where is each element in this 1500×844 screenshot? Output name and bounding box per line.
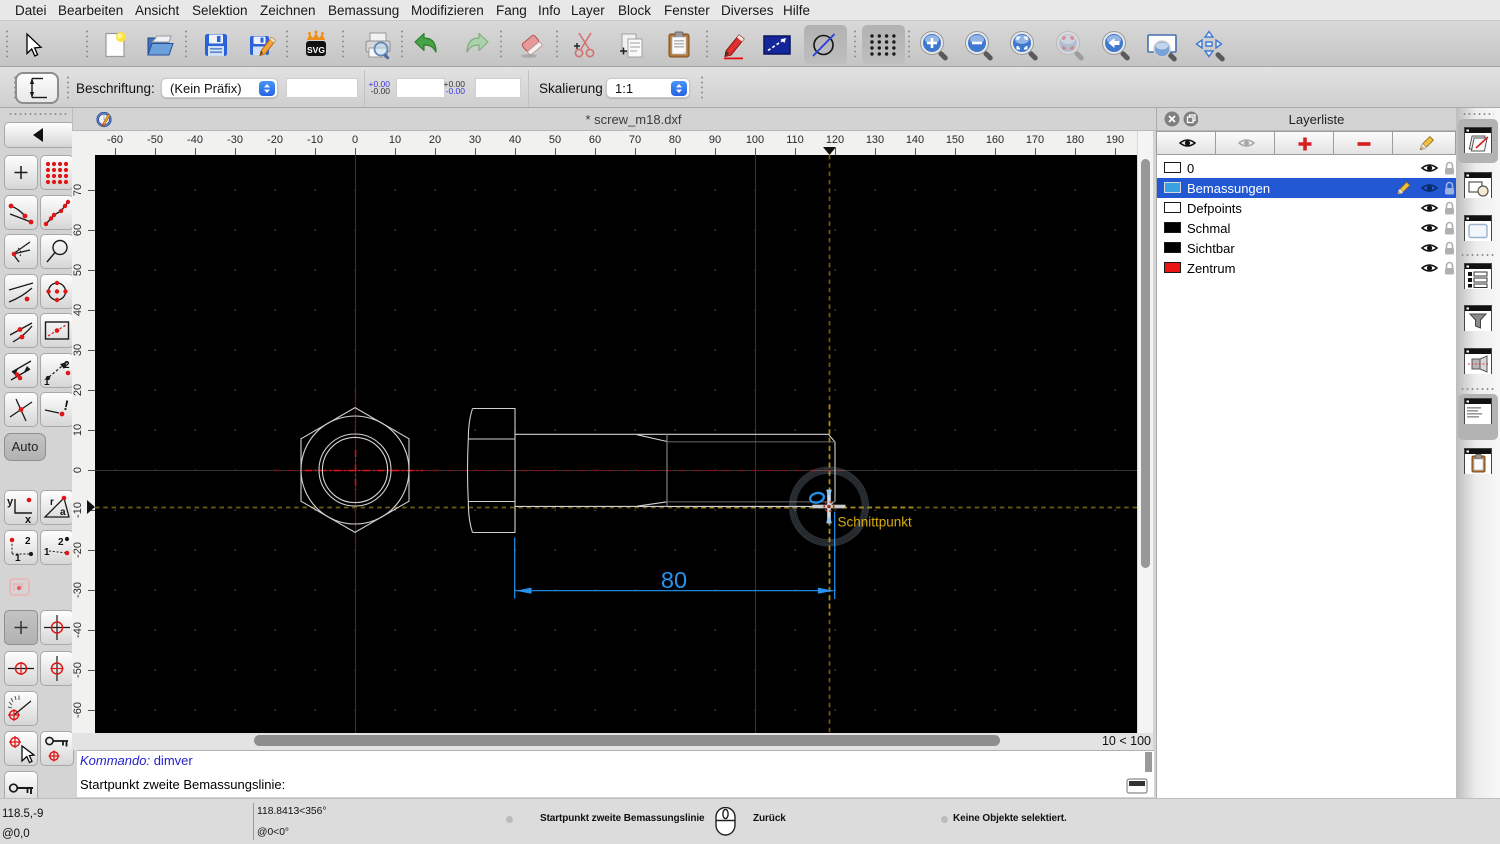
svg-text:2: 2 bbox=[64, 360, 70, 371]
svg-text:80: 80 bbox=[661, 567, 687, 593]
svg-text:Schnittpunkt: Schnittpunkt bbox=[838, 515, 913, 530]
svg-text:!: ! bbox=[62, 397, 70, 414]
svg-text:1: 1 bbox=[15, 553, 21, 564]
svg-text:1: 1 bbox=[44, 377, 50, 387]
svg-text:2: 2 bbox=[58, 537, 64, 548]
svg-text:1: 1 bbox=[44, 547, 50, 558]
svg-text:r: r bbox=[50, 497, 54, 508]
svg-text:SVG: SVG bbox=[307, 45, 325, 55]
svg-text:a: a bbox=[60, 507, 66, 518]
svg-text:2: 2 bbox=[25, 536, 31, 547]
svg-text:y: y bbox=[7, 496, 14, 508]
svg-text:x: x bbox=[25, 514, 32, 524]
